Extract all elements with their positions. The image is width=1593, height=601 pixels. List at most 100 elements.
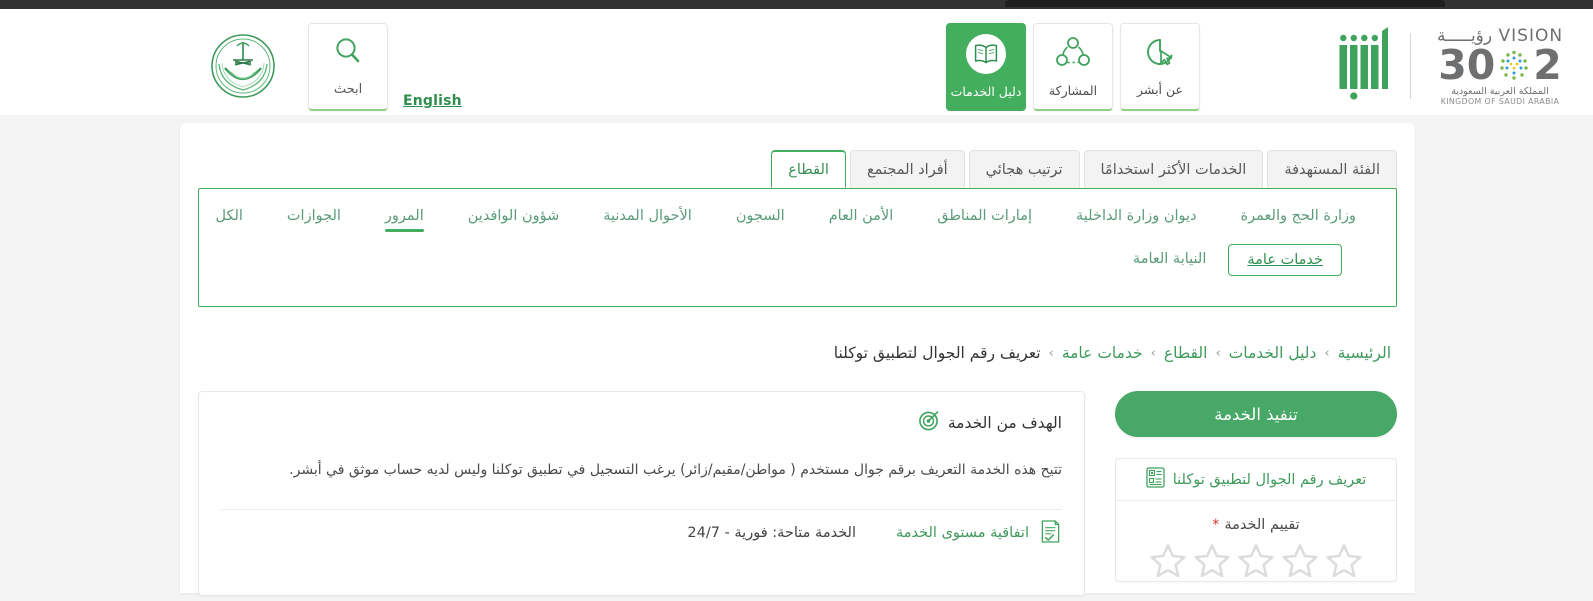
tab-target-category[interactable]: الفئة المستهدفة <box>1267 150 1397 188</box>
tab-label: الخدمات الأكثر استخدامًا <box>1100 161 1247 178</box>
nav-tile-services-guide[interactable]: دليل الخدمات <box>946 23 1026 111</box>
star-icon-5[interactable] <box>1147 541 1189 581</box>
star-icon-4[interactable] <box>1191 541 1233 581</box>
filter-label: شؤون الوافدين <box>467 208 560 224</box>
breadcrumb-item-general-services[interactable]: خدمات عامة <box>1056 344 1149 362</box>
document-check-icon <box>1039 519 1062 548</box>
book-icon <box>966 34 1006 74</box>
service-detail-card: الهدف من الخدمة تتيح هذه الخدمة التعريف … <box>198 391 1085 596</box>
filter-label: خدمات عامة <box>1247 252 1323 268</box>
service-side-column: تنفيذ الخدمة تعريف رقم الجوال لتطبيق توك… <box>1115 391 1397 601</box>
rating-label: تقييم الخدمة <box>1224 517 1300 533</box>
tab-alphabetical[interactable]: ترتيب هجائي <box>968 150 1080 188</box>
filter-label: الأمن العام <box>828 208 894 224</box>
required-asterisk: * <box>1212 517 1220 533</box>
filter-label: ديوان وزارة الداخلية <box>1076 208 1197 224</box>
saudi-moi-emblem-icon <box>209 30 277 102</box>
tab-community-members[interactable]: أفراد المجتمع <box>849 150 965 188</box>
filter-prisons[interactable]: السجون <box>714 203 807 232</box>
language-toggle-english[interactable]: English <box>403 93 462 109</box>
breadcrumb: الرئيسية › دليل الخدمات › القطاع › خدمات… <box>198 344 1397 362</box>
filter-label: السجون <box>735 208 785 224</box>
breadcrumb-item-services-guide[interactable]: دليل الخدمات <box>1223 344 1323 362</box>
filter-regional-emirates[interactable]: إمارات المناطق <box>915 203 1054 232</box>
star-icon-3[interactable] <box>1235 541 1277 581</box>
nav-tile-label: عن أبشر <box>1137 82 1183 97</box>
rating-label-row: تقييم الخدمة * <box>1116 514 1396 533</box>
header-nav-tiles: دليل الخدمات المشاركة عن أبشر <box>946 23 1200 111</box>
search-label: ابحث <box>333 82 363 97</box>
filter-label: وزارة الحج والعمرة <box>1240 208 1356 224</box>
form-qr-icon <box>1146 467 1165 492</box>
filter-label: إمارات المناطق <box>937 208 1033 224</box>
breadcrumb-separator-icon: › <box>1150 345 1156 361</box>
content-surface: الفئة المستهدفة الخدمات الأكثر استخدامًا… <box>180 123 1415 596</box>
filter-hajj-umrah-ministry[interactable]: وزارة الحج والعمرة <box>1219 203 1378 232</box>
service-sla-label[interactable]: اتفاقية مستوى الخدمة <box>896 525 1029 541</box>
breadcrumb-separator-icon: › <box>1324 345 1330 361</box>
browser-chrome-bar <box>0 0 1593 9</box>
service-goal-description: تتيح هذه الخدمة التعريف برقم جوال مستخدم… <box>289 462 1062 478</box>
page-body: الفئة المستهدفة الخدمات الأكثر استخدامًا… <box>0 115 1593 596</box>
sector-filter-row-2: خدمات عامة النيابة العامة <box>217 244 1378 276</box>
vision-subtitle-en: KINGDOM OF SAUDI ARABIA <box>1440 97 1560 107</box>
breadcrumb-separator-icon: › <box>1048 345 1054 361</box>
star-icon-1[interactable] <box>1323 541 1365 581</box>
absher-logo-icon <box>1328 25 1396 107</box>
site-header: ابحث English دليل الخدمات المشاركة عن أب… <box>0 9 1593 115</box>
nav-tile-label: المشاركة <box>1048 83 1098 98</box>
breadcrumb-item-home[interactable]: الرئيسية <box>1332 344 1397 362</box>
breadcrumb-item-current: تعريف رقم الجوال لتطبيق توكلنا <box>833 344 1041 362</box>
header-logo-zone: VISION رؤيـــــة 2 30 المملكة العربية ال… <box>1328 25 1575 107</box>
sector-filter-row-1: وزارة الحج والعمرة ديوان وزارة الداخلية … <box>215 203 1378 232</box>
tab-sector[interactable]: القطاع <box>771 150 846 188</box>
services-tabstrip: الفئة المستهدفة الخدمات الأكثر استخدامًا… <box>771 150 1397 188</box>
service-rating-card: تعريف رقم الجوال لتطبيق توكلنا تقييم الخ… <box>1115 458 1397 582</box>
filter-all[interactable]: الكل <box>193 203 264 232</box>
filter-public-prosecution[interactable]: النيابة العامة <box>1111 246 1228 275</box>
service-sla-value: الخدمة متاحة: فورية - 24/7 <box>687 525 856 542</box>
cursor-pie-icon <box>1143 36 1177 72</box>
target-icon <box>918 410 939 435</box>
sector-filter-panel: وزارة الحج والعمرة ديوان وزارة الداخلية … <box>198 188 1397 307</box>
tab-label: الفئة المستهدفة <box>1284 161 1380 178</box>
tab-most-used-services[interactable]: الخدمات الأكثر استخدامًا <box>1083 150 1264 188</box>
service-goal-header: الهدف من الخدمة <box>221 410 1062 435</box>
tab-label: ترتيب هجائي <box>985 161 1063 178</box>
content-zone: تنفيذ الخدمة تعريف رقم الجوال لتطبيق توك… <box>198 391 1397 601</box>
filter-moi-diwan[interactable]: ديوان وزارة الداخلية <box>1054 203 1219 232</box>
service-goal-title: الهدف من الخدمة <box>947 413 1062 432</box>
filter-label: الجوازات <box>286 208 341 224</box>
filter-label: الأحوال المدنية <box>603 208 692 224</box>
share-nodes-icon <box>1054 35 1092 73</box>
vision-year-left: 2 <box>1533 40 1562 89</box>
rating-stars[interactable] <box>1116 541 1396 581</box>
browser-tab-stub[interactable] <box>1005 0 1445 7</box>
logo-divider <box>1410 33 1411 99</box>
search-icon <box>333 36 363 70</box>
filter-expatriate-affairs[interactable]: شؤون الوافدين <box>446 203 581 232</box>
filter-passports[interactable]: الجوازات <box>265 203 363 232</box>
filter-label: الكل <box>215 208 243 224</box>
tab-label: القطاع <box>788 161 829 178</box>
filter-general-services-selected[interactable]: خدمات عامة <box>1228 244 1342 276</box>
service-sla-row: اتفاقية مستوى الخدمة الخدمة متاحة: فورية… <box>221 508 1062 557</box>
nav-tile-participation[interactable]: المشاركة <box>1033 23 1113 111</box>
breadcrumb-item-sector[interactable]: القطاع <box>1158 344 1214 362</box>
service-rating-body: تقييم الخدمة * <box>1116 501 1396 581</box>
service-card-title: تعريف رقم الجوال لتطبيق توكلنا <box>1172 471 1367 488</box>
vision-subtitle-ar: المملكة العربية السعودية <box>1451 86 1549 98</box>
filter-label: النيابة العامة <box>1132 250 1207 267</box>
nav-tile-about-absher[interactable]: عن أبشر <box>1120 23 1200 111</box>
search-button[interactable]: ابحث <box>308 23 388 111</box>
tab-label: أفراد المجتمع <box>866 161 948 178</box>
execute-service-button[interactable]: تنفيذ الخدمة <box>1115 391 1397 437</box>
filter-label: المرور <box>384 208 424 224</box>
star-icon-2[interactable] <box>1279 541 1321 581</box>
breadcrumb-separator-icon: › <box>1215 345 1221 361</box>
filter-public-security[interactable]: الأمن العام <box>807 203 916 232</box>
filter-civil-affairs[interactable]: الأحوال المدنية <box>581 203 714 232</box>
vision-palm-emblem-icon <box>1500 50 1528 80</box>
filter-traffic[interactable]: المرور <box>363 203 446 232</box>
nav-tile-label: دليل الخدمات <box>950 84 1022 99</box>
